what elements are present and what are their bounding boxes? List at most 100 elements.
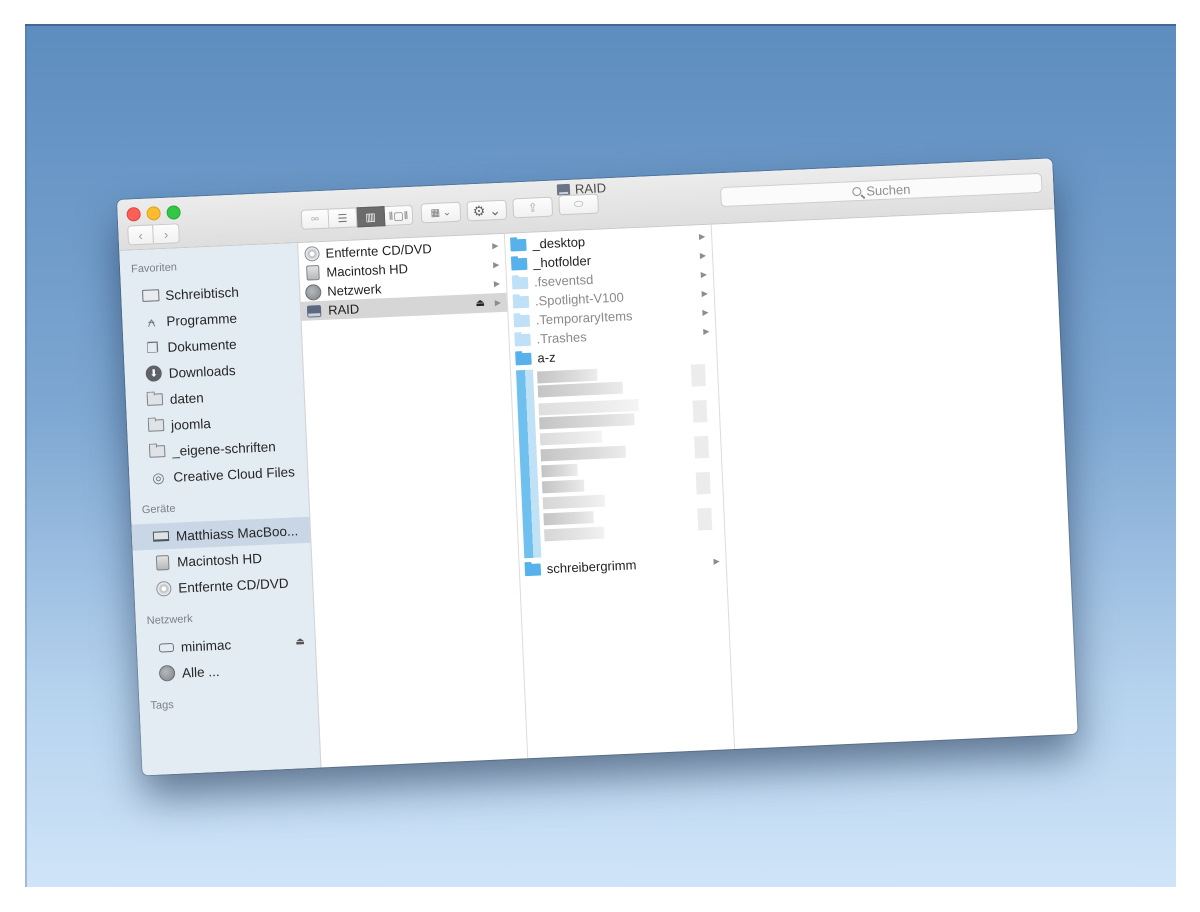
minimize-window-button[interactable] — [146, 206, 161, 221]
sidebar-item-label: daten — [169, 389, 204, 407]
redacted-arrow — [690, 364, 706, 387]
tag-icon: ⬭ — [573, 197, 584, 211]
chevron-right-icon: › — [163, 226, 169, 242]
item-label: .fseventsd — [533, 271, 594, 290]
redacted-row — [543, 511, 594, 526]
applications-icon: ⍲ — [146, 312, 156, 330]
zoom-window-button[interactable] — [166, 205, 181, 220]
icon-view-button[interactable]: ▫▫ — [300, 208, 330, 230]
documents-icon: ❐ — [145, 338, 160, 356]
disclosure-arrow-icon: ▶ — [493, 279, 501, 289]
share-button[interactable]: ⇪ — [512, 196, 554, 219]
sidebar-item-label: Matthiass MacBoo... — [175, 522, 299, 544]
list-view-icon: ☰ — [337, 212, 348, 225]
folder-icon — [147, 419, 165, 432]
desktop-background: RAID ‹ › ▫▫ ☰ ▥ ‖▢‖ ▦ ⌄ ⚙ ⌄ ⇪ ⬭ Suchen F… — [25, 24, 1176, 887]
redacted-row — [537, 381, 624, 398]
item-label: schreibergrimm — [546, 557, 637, 577]
icon-view-icon: ▫▫ — [310, 213, 320, 226]
downloads-icon: ⬇ — [145, 365, 163, 382]
redacted-row — [537, 368, 598, 384]
redacted-folder-icons — [515, 369, 542, 559]
redacted-row — [541, 479, 585, 494]
arrange-button[interactable]: ▦ ⌄ — [420, 201, 462, 224]
sidebar-item-label: joomla — [170, 415, 212, 433]
column-view-button[interactable]: ▥ — [356, 206, 386, 228]
search-field[interactable]: Suchen — [720, 172, 1043, 208]
back-button[interactable]: ‹ — [127, 224, 155, 246]
disclosure-arrow-icon: ▶ — [494, 298, 502, 308]
sidebar: Favoriten Schreibtisch ⍲ Programme ❐ Dok… — [119, 242, 322, 776]
raid-drive-icon — [556, 183, 571, 196]
creative-cloud-icon: ◎ — [151, 468, 165, 486]
redacted-row — [540, 445, 626, 462]
redacted-row — [544, 526, 605, 542]
sidebar-item-label: Macintosh HD — [176, 550, 263, 570]
laptop-icon — [152, 531, 170, 542]
redacted-row — [542, 494, 606, 510]
view-mode-selector: ▫▫ ☰ ▥ ‖▢‖ — [300, 204, 414, 230]
column-raid-contents: _desktop ▶ _hotfolder ▶ .fseventsd ▶ .Sp… — [504, 224, 736, 759]
column-volumes: Entfernte CD/DVD ▶ Macintosh HD ▶ Netzwe… — [298, 233, 529, 768]
item-label: Netzwerk — [326, 281, 382, 299]
folder-icon — [524, 563, 542, 576]
disclosure-arrow-icon: ▶ — [713, 556, 720, 566]
desktop-icon — [141, 289, 160, 302]
column-view-icon: ▥ — [365, 211, 376, 224]
folder-icon — [148, 445, 166, 458]
eject-icon[interactable]: ⏏ — [475, 298, 485, 309]
item-label: _desktop — [532, 234, 586, 252]
hidden-folder-icon — [514, 333, 531, 346]
folder-icon — [510, 257, 528, 271]
sidebar-item-label: Schreibtisch — [164, 284, 240, 303]
search-placeholder: Suchen — [865, 181, 911, 199]
redacted-row — [539, 430, 603, 446]
item-label: a-z — [537, 349, 556, 366]
eject-icon[interactable]: ⏏ — [295, 636, 305, 647]
server-icon — [158, 642, 174, 653]
chevron-left-icon: ‹ — [138, 227, 144, 243]
pixelated-redacted-items — [515, 361, 725, 559]
item-label: RAID — [327, 301, 360, 318]
raid-drive-icon — [306, 304, 322, 318]
disclosure-arrow-icon: ▶ — [700, 269, 708, 280]
redacted-row — [539, 413, 635, 430]
sidebar-item-label: Dokumente — [167, 336, 237, 355]
cd-icon — [303, 246, 320, 262]
navigation-buttons: ‹ › — [127, 223, 180, 246]
hard-disk-icon — [305, 265, 320, 281]
sidebar-item-label: minimac — [180, 636, 232, 655]
redacted-arrow — [695, 471, 711, 495]
item-label: .Spotlight-V100 — [534, 289, 625, 309]
cover-flow-view-button[interactable]: ‖▢‖ — [384, 204, 414, 227]
forward-button[interactable]: › — [153, 223, 180, 245]
redacted-arrow — [692, 399, 708, 423]
disclosure-arrow-icon: ▶ — [492, 260, 500, 270]
network-globe-icon — [304, 283, 322, 301]
edit-tags-button[interactable]: ⬭ — [558, 193, 600, 216]
gear-icon: ⚙ ⌄ — [472, 201, 502, 219]
item-label: .TemporaryItems — [535, 308, 633, 328]
item-label: _hotfolder — [532, 252, 592, 271]
hidden-folder-icon — [511, 276, 529, 289]
search-icon — [852, 186, 862, 196]
column-empty — [712, 209, 1078, 749]
sidebar-item-label: Alle ... — [181, 663, 220, 681]
close-window-button[interactable] — [126, 206, 141, 222]
disclosure-arrow-icon: ▶ — [492, 241, 499, 251]
hard-disk-icon — [155, 554, 169, 571]
redacted-arrow — [697, 507, 713, 531]
network-globe-icon — [158, 664, 176, 682]
sidebar-item-label: Downloads — [168, 362, 236, 381]
item-label: Macintosh HD — [326, 261, 409, 280]
sidebar-item-label: _eigene-schriften — [171, 438, 277, 459]
disclosure-arrow-icon: ▶ — [701, 288, 708, 299]
arrange-icon: ▦ ⌄ — [430, 206, 452, 219]
hidden-folder-icon — [513, 314, 531, 327]
action-button[interactable]: ⚙ ⌄ — [466, 199, 508, 222]
hidden-folder-icon — [512, 295, 530, 308]
share-icon: ⇪ — [527, 200, 539, 215]
disclosure-arrow-icon: ▶ — [698, 231, 706, 242]
list-view-button[interactable]: ☰ — [328, 207, 358, 229]
redacted-arrow — [694, 435, 710, 459]
